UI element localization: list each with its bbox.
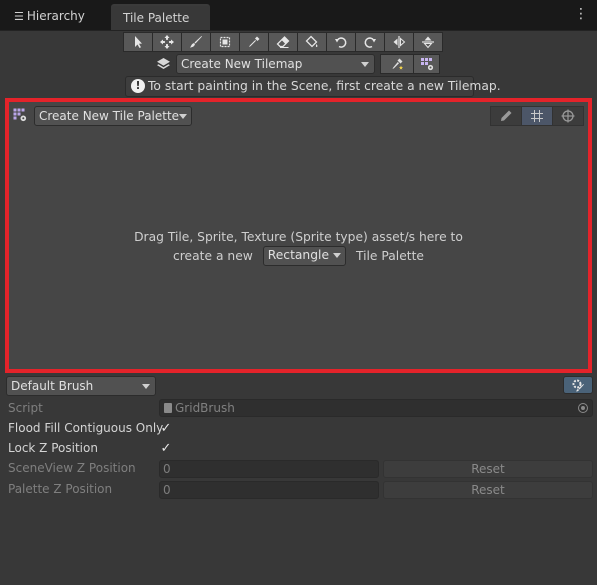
- tab-bar: ☰ Hierarchy Tile Palette ⋮: [0, 0, 597, 31]
- hierarchy-list-icon: ☰: [14, 10, 24, 23]
- tile-palette-icon: [13, 108, 27, 122]
- gizmos-button[interactable]: [552, 106, 584, 126]
- brush-dropdown[interactable]: Default Brush: [6, 376, 156, 396]
- eyedropper-icon: [249, 36, 260, 47]
- paint-tool-button[interactable]: [181, 32, 211, 52]
- lock-z-label: Lock Z Position: [8, 441, 98, 455]
- chevron-down-icon: [361, 62, 369, 67]
- flip-x-tool-button[interactable]: [384, 32, 414, 52]
- pencil-icon: [501, 110, 512, 121]
- warning-text: To start painting in the Scene, first cr…: [148, 79, 501, 93]
- rotate-ccw-icon: [335, 37, 347, 48]
- box-fill-icon: [219, 36, 231, 48]
- fill-tool-button[interactable]: [297, 32, 327, 52]
- edit-palette-button[interactable]: [490, 106, 522, 126]
- script-file-icon: [164, 403, 172, 413]
- select-tool-button[interactable]: [123, 32, 153, 52]
- erase-tool-button[interactable]: [268, 32, 298, 52]
- chevron-down-icon: [333, 253, 342, 258]
- sceneview-z-label: SceneView Z Position: [8, 461, 136, 475]
- palette-grid-icon: [420, 58, 433, 71]
- flip-y-icon: [422, 36, 434, 49]
- active-tilemap-row: Create New Tilemap: [0, 54, 597, 74]
- select-arrow-icon: [135, 36, 142, 48]
- layers-icon: [157, 58, 170, 69]
- active-tilemap-dropdown[interactable]: Create New Tilemap: [176, 54, 375, 74]
- active-tilemap-value: Create New Tilemap: [181, 57, 303, 71]
- tab-hierarchy[interactable]: ☰ Hierarchy: [0, 4, 110, 30]
- palette-view-tools: [490, 106, 584, 126]
- tile-tool-strip: [123, 32, 443, 52]
- tile-palette-panel[interactable]: Create New Tile Palette Drag Tile, Sprit…: [5, 98, 592, 373]
- chevron-down-icon: [179, 114, 187, 119]
- pick-tool-button[interactable]: [239, 32, 269, 52]
- palette-z-label: Palette Z Position: [8, 482, 113, 496]
- drop-instructions-line2: create a new Rectangle Tile Palette: [9, 246, 588, 266]
- brush-settings-button[interactable]: [563, 376, 593, 394]
- flood-fill-label: Flood Fill Contiguous Only: [8, 421, 164, 435]
- script-value: GridBrush: [175, 401, 235, 415]
- script-label: Script: [8, 401, 43, 415]
- rotate-cw-icon: [364, 37, 376, 48]
- palette-shape-dropdown[interactable]: Rectangle: [262, 246, 347, 266]
- info-icon: !: [131, 79, 145, 93]
- sceneview-z-reset-button[interactable]: Reset: [383, 460, 593, 478]
- tilemap-focus-button[interactable]: [380, 54, 414, 74]
- rotate-ccw-tool-button[interactable]: [326, 32, 356, 52]
- chevron-down-icon: [142, 384, 150, 389]
- brush-value: Default Brush: [11, 379, 94, 393]
- more-options-icon[interactable]: ⋮: [574, 7, 588, 21]
- eyedropper-star-icon: [392, 58, 403, 70]
- tile-palette-dropdown[interactable]: Create New Tile Palette: [34, 106, 192, 126]
- target-icon: [561, 109, 575, 123]
- move-icon: [160, 35, 174, 49]
- tab-tile-palette[interactable]: Tile Palette: [111, 4, 210, 30]
- tab-tile-palette-label: Tile Palette: [123, 11, 190, 25]
- no-tilemap-warning: ! To start painting in the Scene, first …: [125, 76, 501, 97]
- drop-instructions-suffix: Tile Palette: [355, 249, 424, 263]
- flip-y-tool-button[interactable]: [413, 32, 443, 52]
- object-picker-icon[interactable]: [578, 403, 588, 413]
- toggle-grid-button[interactable]: [521, 106, 553, 126]
- flood-fill-checkbox[interactable]: ✓: [159, 422, 173, 436]
- grid-icon: [531, 110, 543, 122]
- box-fill-tool-button[interactable]: [210, 32, 240, 52]
- palette-z-field[interactable]: 0: [159, 481, 379, 499]
- move-tool-button[interactable]: [152, 32, 182, 52]
- lock-z-checkbox[interactable]: ✓: [159, 442, 173, 456]
- sceneview-z-field[interactable]: 0: [159, 460, 379, 478]
- flip-x-icon: [393, 36, 406, 48]
- eraser-icon: [276, 36, 290, 48]
- tile-palette-settings-button[interactable]: [413, 54, 440, 74]
- script-field: GridBrush: [159, 399, 593, 417]
- tab-hierarchy-label: Hierarchy: [26, 9, 85, 23]
- rotate-cw-tool-button[interactable]: [355, 32, 385, 52]
- brush-gear-icon: [572, 379, 584, 392]
- drop-instructions-line1: Drag Tile, Sprite, Texture (Sprite type)…: [134, 230, 463, 244]
- tile-palette-value: Create New Tile Palette: [39, 109, 180, 123]
- bucket-icon: [305, 35, 318, 48]
- drop-instructions-prefix: create a new: [173, 249, 253, 263]
- palette-z-reset-button[interactable]: Reset: [383, 481, 593, 499]
- palette-shape-value: Rectangle: [267, 248, 330, 262]
- brush-icon: [190, 36, 202, 48]
